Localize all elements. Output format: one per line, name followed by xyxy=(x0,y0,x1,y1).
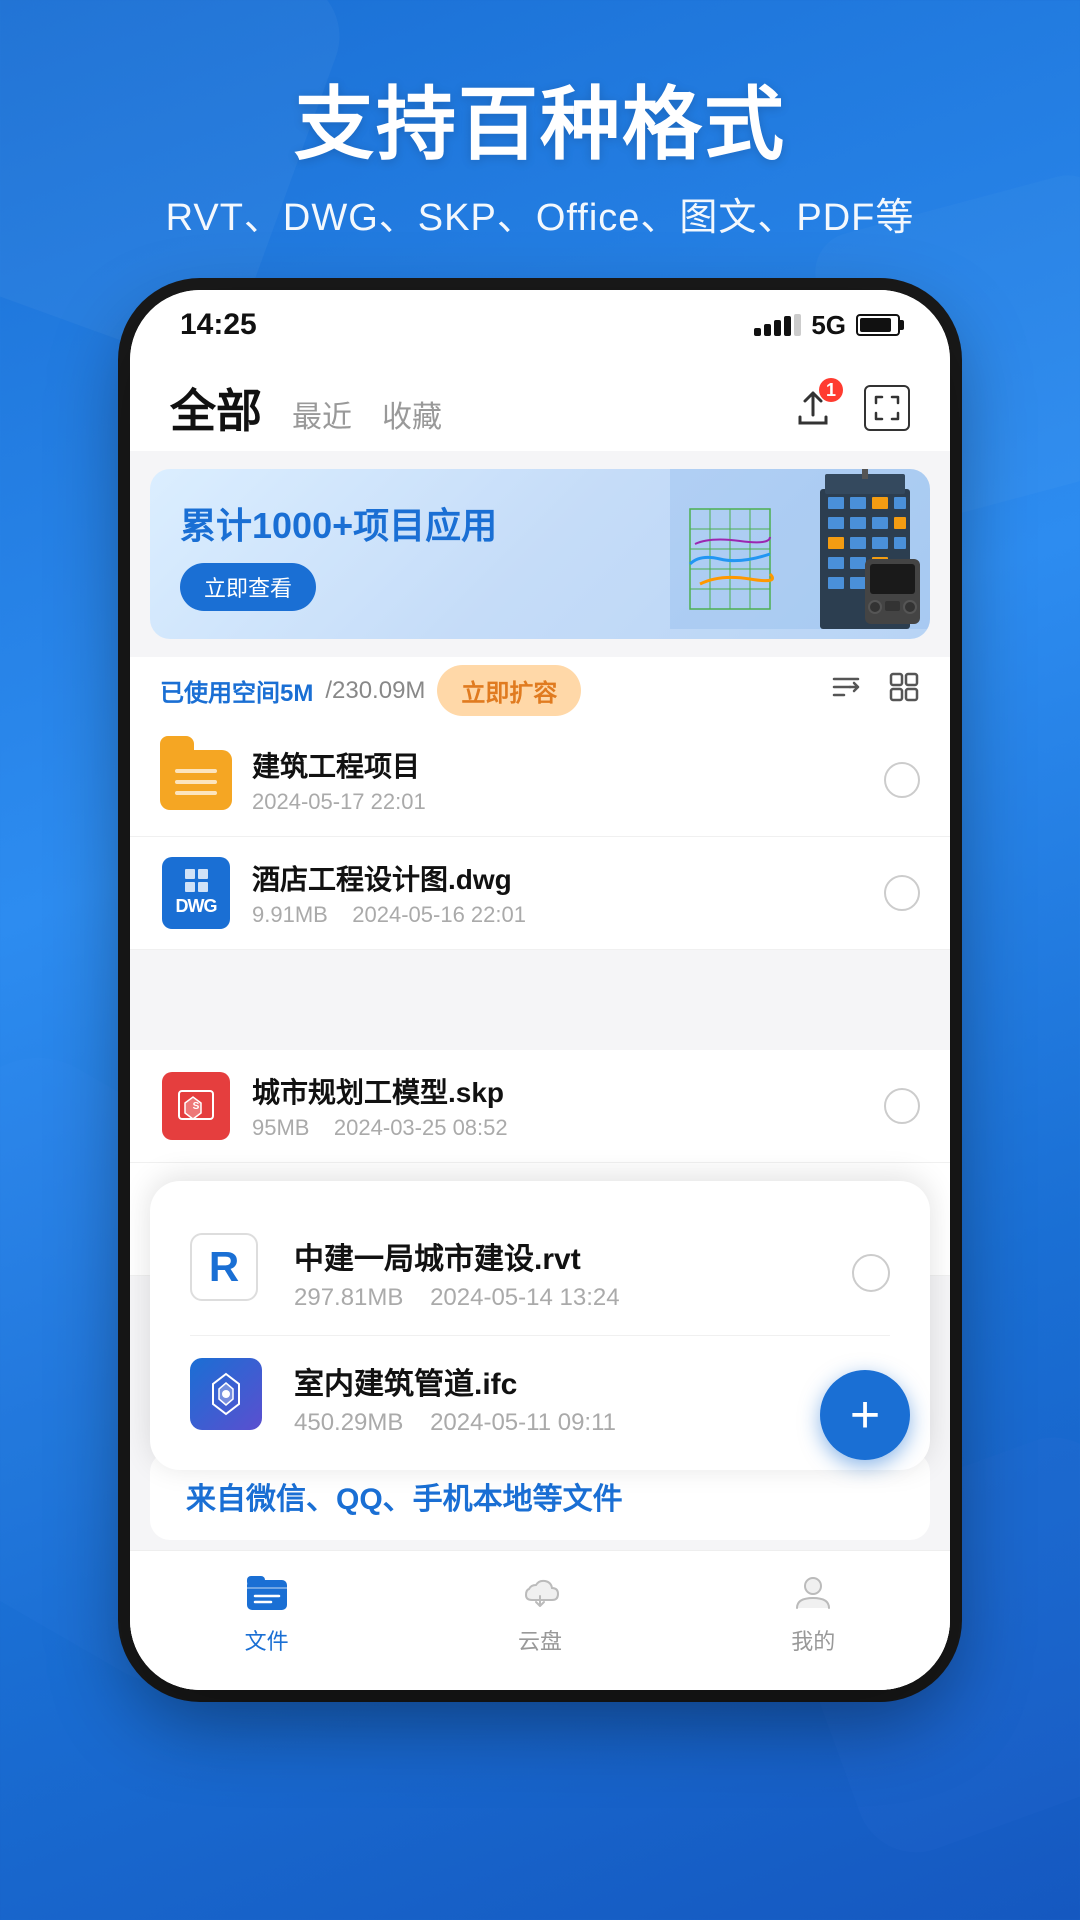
file-item-dwg[interactable]: DWG 酒店工程设计图.dwg 9.91MB 2024-05-16 22:01 xyxy=(130,837,950,950)
tab-favorites[interactable]: 收藏 xyxy=(382,392,442,436)
status-bar: 14:25 5G xyxy=(130,290,950,360)
status-right: 5G xyxy=(754,310,900,341)
nav-files-icon xyxy=(241,1566,293,1618)
rvt-file-icon: R xyxy=(190,1233,270,1313)
tab-all[interactable]: 全部 xyxy=(170,375,262,441)
banner-illustration xyxy=(670,469,930,629)
file-info-folder: 建筑工程项目 2024-05-17 22:01 xyxy=(252,745,884,815)
banner-text: 累计1000+项目应用 立即查看 xyxy=(180,497,497,611)
app-content: 全部 最近 收藏 1 xyxy=(130,360,950,1690)
banner-title: 累计1000+项目应用 xyxy=(180,497,497,549)
nav-cloud-label: 云盘 xyxy=(518,1624,562,1656)
upload-button[interactable]: 1 xyxy=(787,382,839,434)
file-info-dwg: 酒店工程设计图.dwg 9.91MB 2024-05-16 22:01 xyxy=(252,858,884,928)
sort-icon[interactable] xyxy=(830,671,862,710)
file-name-dwg: 酒店工程设计图.dwg xyxy=(252,858,884,898)
tab-right: 1 xyxy=(787,382,910,434)
signal-bars-icon xyxy=(754,314,801,336)
tab-recent[interactable]: 最近 xyxy=(292,392,352,436)
storage-bar: 已使用空间5M /230.09M 立即扩容 xyxy=(130,657,950,724)
file-name-folder: 建筑工程项目 xyxy=(252,745,884,785)
tab-left: 全部 最近 收藏 xyxy=(170,375,442,441)
nav-profile-label: 我的 xyxy=(791,1624,835,1656)
banner-button[interactable]: 立即查看 xyxy=(180,563,316,611)
folder-icon xyxy=(160,744,232,816)
file-item-ifc[interactable]: 室内建筑管道.ifc 450.29MB 2024-05-11 09:11 xyxy=(150,1336,930,1460)
file-select-rvt[interactable] xyxy=(852,1254,890,1292)
file-name-rvt: 中建一局城市建设.rvt xyxy=(294,1234,852,1278)
file-meta-rvt: 297.81MB 2024-05-14 13:24 xyxy=(294,1284,852,1312)
file-name-skp: 城市规划工模型.skp xyxy=(252,1071,884,1111)
status-5g: 5G xyxy=(811,310,846,341)
header-title: 支持百种格式 xyxy=(0,60,1080,176)
nav-item-files[interactable]: 文件 xyxy=(241,1566,293,1656)
expand-storage-button[interactable]: 立即扩容 xyxy=(437,665,581,716)
file-info-skp: 城市规划工模型.skp 95MB 2024-03-25 08:52 xyxy=(252,1071,884,1141)
svg-text:S: S xyxy=(193,1101,200,1112)
file-select-skp[interactable] xyxy=(884,1088,920,1124)
bottom-nav: 文件 云盘 我的 xyxy=(130,1550,950,1690)
nav-profile-icon xyxy=(787,1566,839,1618)
promo-banner[interactable]: 累计1000+项目应用 立即查看 xyxy=(150,469,930,639)
storage-used-label: 已使用空间5M xyxy=(160,673,313,708)
file-meta-ifc: 450.29MB 2024-05-11 09:11 xyxy=(294,1409,852,1437)
phone-mockup: 14:25 5G 全部 最近 收藏 xyxy=(130,290,950,1690)
nav-item-cloud[interactable]: 云盘 xyxy=(514,1566,566,1656)
file-select-dwg[interactable] xyxy=(884,875,920,911)
tab-bar: 全部 最近 收藏 1 xyxy=(130,360,950,451)
battery-icon xyxy=(856,314,900,336)
fab-button[interactable]: + xyxy=(820,1370,910,1460)
file-info-rvt: 中建一局城市建设.rvt 297.81MB 2024-05-14 13:24 xyxy=(294,1234,852,1312)
fullscreen-icon xyxy=(872,393,902,423)
bottom-hint-text: 来自微信、QQ、手机本地等文件 xyxy=(186,1474,894,1518)
header-area: 支持百种格式 RVT、DWG、SKP、Office、图文、PDF等 xyxy=(0,60,1080,241)
header-subtitle: RVT、DWG、SKP、Office、图文、PDF等 xyxy=(0,186,1080,241)
file-item-rvt[interactable]: R 中建一局城市建设.rvt 297.81MB 2024-05-14 13:24 xyxy=(150,1211,930,1335)
grid-view-button[interactable] xyxy=(864,385,910,431)
view-toggle-icon[interactable] xyxy=(888,671,920,710)
floating-card: R 中建一局城市建设.rvt 297.81MB 2024-05-14 13:24 xyxy=(150,1181,930,1470)
file-info-ifc: 室内建筑管道.ifc 450.29MB 2024-05-11 09:11 xyxy=(294,1359,852,1437)
file-item-skp[interactable]: S 城市规划工模型.skp 95MB 2024-03-25 08:52 xyxy=(130,1050,950,1163)
file-name-ifc: 室内建筑管道.ifc xyxy=(294,1359,852,1403)
storage-total-label: /230.09M xyxy=(325,677,425,705)
nav-cloud-icon xyxy=(514,1566,566,1618)
file-select-folder[interactable] xyxy=(884,762,920,798)
file-list: 建筑工程项目 2024-05-17 22:01 DWG xyxy=(130,724,950,950)
nav-files-label: 文件 xyxy=(245,1624,289,1656)
nav-item-profile[interactable]: 我的 xyxy=(787,1566,839,1656)
file-meta-skp: 95MB 2024-03-25 08:52 xyxy=(252,1115,884,1141)
skp-file-icon: S xyxy=(160,1070,232,1142)
notification-badge: 1 xyxy=(819,378,843,402)
file-item-folder[interactable]: 建筑工程项目 2024-05-17 22:01 xyxy=(130,724,950,837)
status-time: 14:25 xyxy=(180,308,257,342)
ifc-file-icon xyxy=(190,1358,270,1438)
file-meta-dwg: 9.91MB 2024-05-16 22:01 xyxy=(252,902,884,928)
file-meta-folder: 2024-05-17 22:01 xyxy=(252,789,884,815)
dwg-file-icon: DWG xyxy=(160,857,232,929)
